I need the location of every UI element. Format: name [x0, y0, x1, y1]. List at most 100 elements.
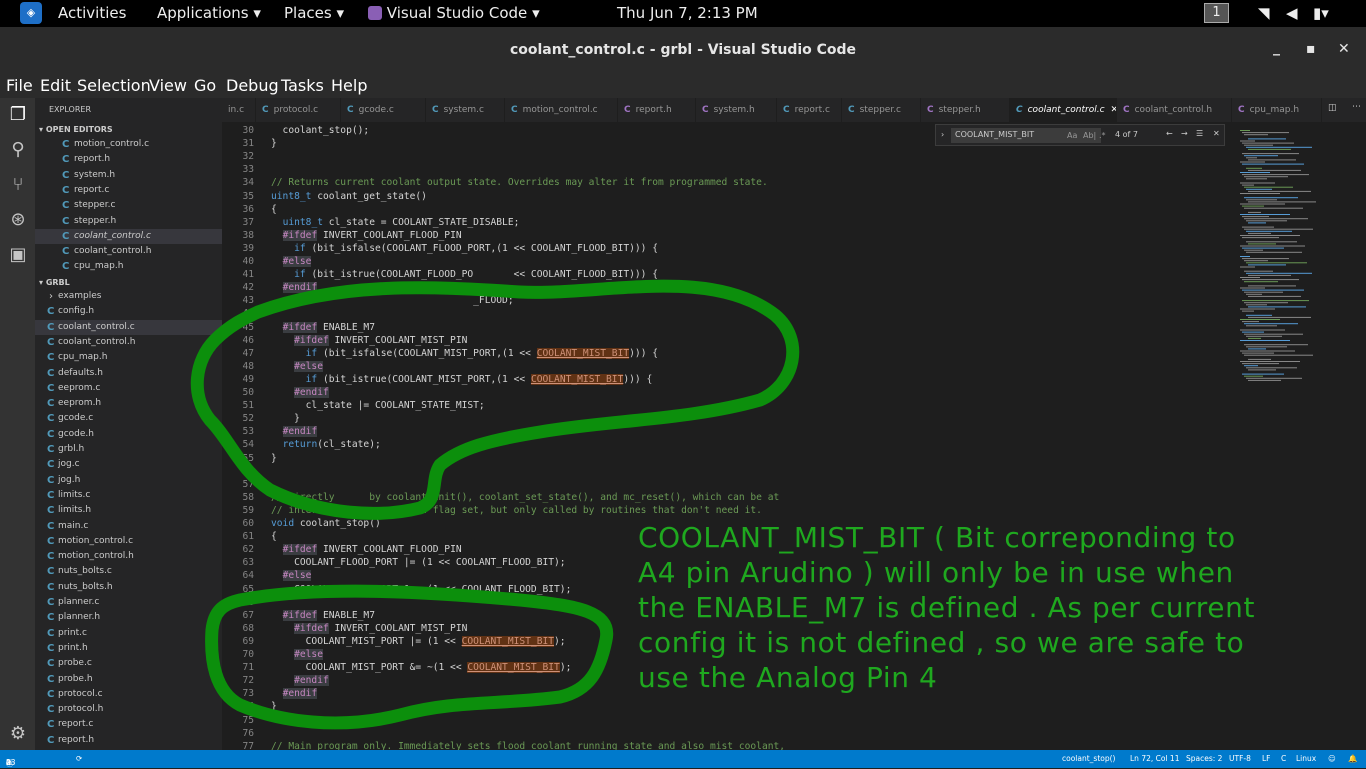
menu-selection[interactable]: Selection [77, 76, 151, 95]
cursor-position[interactable]: Ln 72, Col 11 [1130, 754, 1179, 763]
language-mode[interactable]: C [1281, 754, 1286, 763]
open-editor-item[interactable]: Csystem.h [35, 168, 222, 183]
menu-tasks[interactable]: Tasks [281, 76, 324, 95]
code-line[interactable]: { [271, 531, 277, 542]
editor-tab[interactable]: Cmotion_control.c [505, 98, 618, 122]
file-tree-item[interactable]: Cgcode.h [35, 427, 222, 442]
open-editor-item[interactable]: Ccoolant_control.c [35, 228, 222, 244]
open-editor-item[interactable]: Cstepper.h [35, 214, 222, 229]
volume-icon[interactable]: ◀ [1286, 4, 1298, 22]
regex-toggle-icon[interactable]: .* [1099, 131, 1106, 140]
file-tree-item[interactable]: Cmotion_control.c [35, 534, 222, 549]
find-input[interactable]: COOLANT_MIST_BIT [951, 128, 1101, 143]
file-tree-item[interactable]: Cprotocol.c [35, 687, 222, 702]
whole-word-toggle[interactable]: Ab| [1083, 131, 1096, 140]
file-tree-item[interactable]: Climits.h [35, 503, 222, 518]
editor-tab[interactable]: Ccoolant_control.h [1117, 98, 1232, 122]
code-line[interactable]: #ifdef INVERT_COOLANT_MIST_PIN [271, 622, 467, 634]
previous-match-icon[interactable]: ← [1166, 129, 1173, 138]
code-line[interactable]: // Main program only. Immediately sets f… [271, 741, 785, 750]
match-case-toggle[interactable]: Aa [1067, 131, 1077, 140]
editor-tab[interactable]: Ccoolant_control.c✕ [1010, 98, 1117, 122]
file-tree-item[interactable]: Ccoolant_control.c [35, 319, 222, 335]
file-tree-item[interactable]: Cprobe.c [35, 656, 222, 671]
editor-tab[interactable]: in.c [222, 98, 256, 122]
code-line[interactable]: COOLANT_MIST_PORT &= ~(1 << COOLANT_MIST… [271, 662, 571, 674]
file-tree-item[interactable]: Cjog.c [35, 457, 222, 472]
file-tree-item[interactable]: Cdefaults.h [35, 366, 222, 381]
editor-tab[interactable]: Cstepper.h [921, 98, 1010, 122]
code-line[interactable]: // interrupt-le report flag set, but onl… [271, 505, 762, 516]
file-tree-item[interactable]: Cplanner.c [35, 595, 222, 610]
places-menu[interactable]: Places ▾ [284, 4, 344, 22]
source-control-icon[interactable]: ⑂ [7, 174, 29, 196]
sync-icon[interactable]: ⟳ [76, 754, 82, 763]
file-tree-item[interactable]: Cprint.h [35, 641, 222, 656]
file-tree-item[interactable]: Cplanner.h [35, 610, 222, 625]
app-logo-icon[interactable]: ◈ [20, 2, 42, 24]
bell-icon[interactable]: 🔔 [1348, 754, 1357, 763]
file-tree-item[interactable]: Cjog.h [35, 473, 222, 488]
editor-tab[interactable]: Ccpu_map.h [1232, 98, 1322, 122]
line-ending[interactable]: LF [1262, 754, 1271, 763]
editor-tab[interactable]: Creport.c [777, 98, 842, 122]
more-actions-icon[interactable]: ⋯ [1352, 102, 1361, 112]
extensions-icon[interactable]: ▣ [7, 244, 29, 266]
current-scope[interactable]: coolant_stop() [1062, 754, 1115, 763]
file-tree-item[interactable]: Climits.c [35, 488, 222, 503]
open-editor-item[interactable]: Creport.h [35, 152, 222, 167]
menu-edit[interactable]: Edit [40, 76, 71, 95]
menu-go[interactable]: Go [194, 76, 216, 95]
code-line[interactable]: #ifdef INVERT_COOLANT_FLOOD_PIN [271, 229, 462, 241]
file-tree-item[interactable]: Ceeprom.c [35, 381, 222, 396]
code-line[interactable]: // Returns current coolant output state.… [271, 177, 768, 188]
file-tree-item[interactable]: Ceeprom.h [35, 396, 222, 411]
battery-icon[interactable]: ▮▾ [1313, 4, 1329, 22]
open-editor-item[interactable]: Ccoolant_control.h [35, 244, 222, 259]
chevron-right-icon[interactable]: › [941, 130, 944, 139]
code-line[interactable]: #endif [271, 426, 318, 438]
code-line[interactable]: #endif [271, 282, 318, 294]
code-line[interactable]: #ifdef ENABLE_M7 [271, 609, 375, 621]
file-tree-item[interactable]: Cmain.c [35, 519, 222, 534]
code-line[interactable]: if (bit_isfalse(COOLANT_MIST_PORT,(1 << … [271, 347, 658, 359]
menu-help[interactable]: Help [331, 76, 367, 95]
code-line[interactable]: #else [271, 570, 312, 582]
indentation[interactable]: Spaces: 2 [1186, 754, 1222, 763]
editor-tab[interactable]: Csystem.c [426, 98, 505, 122]
file-tree-item[interactable]: Cprobe.h [35, 672, 222, 687]
open-editor-item[interactable]: Cstepper.c [35, 198, 222, 213]
code-line[interactable]: { [271, 204, 277, 215]
code-line[interactable]: #else [271, 360, 323, 372]
menu-debug[interactable]: Debug [226, 76, 279, 95]
code-line[interactable]: COOLANT_FLOOD_PORT |= (1 << COOLANT_FLOO… [271, 557, 565, 568]
minimize-icon[interactable]: _ [1273, 40, 1280, 56]
close-find-icon[interactable]: ✕ [1213, 129, 1220, 138]
files-icon[interactable]: ❐ [7, 104, 29, 126]
wifi-icon[interactable]: ◥ [1258, 4, 1270, 22]
editor-tab[interactable]: Creport.h [618, 98, 696, 122]
gear-icon[interactable]: ⚙ [7, 723, 29, 745]
code-line[interactable]: #else [271, 256, 312, 267]
file-tree-item[interactable]: Cmotion_control.h [35, 549, 222, 564]
file-tree-item[interactable]: Cconfig.h [35, 304, 222, 319]
file-tree-item[interactable]: Cprotocol.h [35, 702, 222, 717]
file-tree-item[interactable]: Cprint.c [35, 626, 222, 641]
code-line[interactable]: } [271, 701, 277, 712]
code-line[interactable]: } [271, 453, 277, 464]
file-tree-item[interactable]: Cnuts_bolts.c [35, 564, 222, 579]
encoding[interactable]: UTF-8 [1229, 754, 1251, 763]
editor-tab[interactable]: Cgcode.c [341, 98, 426, 122]
code-line[interactable]: if (bit_isfalse(COOLANT_FLOOD_PORT,(1 <<… [271, 243, 658, 254]
applications-menu[interactable]: Applications ▾ [157, 4, 261, 22]
code-line[interactable]: _FLOOD; [271, 295, 513, 306]
code-line[interactable]: #ifdef ENABLE_M7 [271, 321, 375, 333]
code-line[interactable]: #ifdef INVERT_COOLANT_MIST_PIN [271, 334, 467, 346]
code-line[interactable]: } [271, 413, 300, 424]
file-tree-item[interactable]: › examples [35, 289, 222, 304]
code-line[interactable]: COOLANT_FLOOD_PORT &= ~(1 << COOLANT_FLO… [271, 584, 571, 595]
open-editor-item[interactable]: Ccpu_map.h [35, 259, 222, 274]
code-line[interactable]: cl_state |= COOLANT_STATE_MIST; [271, 400, 485, 411]
code-line[interactable]: #endif [271, 675, 329, 687]
code-line[interactable]: uint8_t cl_state = COOLANT_STATE_DISABLE… [271, 217, 520, 228]
